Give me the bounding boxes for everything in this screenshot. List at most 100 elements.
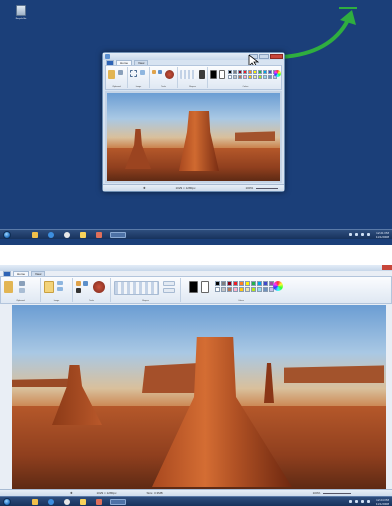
tray-icon[interactable] xyxy=(349,233,352,236)
tray-icon[interactable] xyxy=(367,233,370,236)
color-swatch[interactable] xyxy=(253,70,257,74)
color-swatch[interactable] xyxy=(263,75,267,79)
color-swatch[interactable] xyxy=(233,281,238,286)
maximize-button[interactable] xyxy=(259,54,269,59)
color-swatch[interactable] xyxy=(251,281,256,286)
taskbar-media-icon[interactable] xyxy=(64,499,70,505)
desert-photo[interactable] xyxy=(107,93,280,181)
color-swatch[interactable] xyxy=(251,287,256,292)
shapes-gallery-icon[interactable] xyxy=(114,281,159,295)
title-bar[interactable] xyxy=(0,265,392,271)
start-button[interactable] xyxy=(3,498,11,506)
shapes-gallery-icon[interactable] xyxy=(180,70,196,79)
resize-icon[interactable] xyxy=(57,287,63,291)
brushes-icon[interactable] xyxy=(165,70,174,79)
outline-icon[interactable] xyxy=(163,281,175,286)
color-swatch[interactable] xyxy=(238,70,242,74)
canvas-area[interactable] xyxy=(105,91,282,183)
quick-access-icon[interactable] xyxy=(105,54,110,59)
color-swatch[interactable] xyxy=(258,75,262,79)
pencil-icon[interactable] xyxy=(76,281,81,286)
color-swatch[interactable] xyxy=(233,75,237,79)
select-icon[interactable] xyxy=(130,70,137,77)
color-swatch[interactable] xyxy=(245,287,250,292)
color-swatch[interactable] xyxy=(215,287,220,292)
select-icon[interactable] xyxy=(44,281,54,293)
color-swatch[interactable] xyxy=(221,287,226,292)
text-icon[interactable] xyxy=(76,288,81,293)
color-swatch[interactable] xyxy=(243,75,247,79)
color-swatch[interactable] xyxy=(257,281,262,286)
color-swatch[interactable] xyxy=(233,287,238,292)
fill-style-icon[interactable] xyxy=(163,288,175,293)
paste-icon[interactable] xyxy=(4,281,13,293)
color-swatch[interactable] xyxy=(233,70,237,74)
color-swatch[interactable] xyxy=(227,287,232,292)
color-swatch[interactable] xyxy=(221,281,226,286)
close-button[interactable] xyxy=(270,54,283,59)
taskbar-ie-icon[interactable] xyxy=(48,499,54,505)
taskbar-paint-icon[interactable] xyxy=(96,499,102,505)
color-swatch[interactable] xyxy=(248,70,252,74)
color-swatch[interactable] xyxy=(248,75,252,79)
fill-icon[interactable] xyxy=(83,281,88,286)
color2-swatch[interactable] xyxy=(219,70,225,79)
outline-icon[interactable] xyxy=(199,70,205,79)
color-swatch[interactable] xyxy=(268,75,272,79)
taskbar-folder-icon[interactable] xyxy=(80,499,86,505)
color1-swatch[interactable] xyxy=(189,281,198,293)
desert-photo[interactable] xyxy=(12,305,386,489)
color-swatch[interactable] xyxy=(263,281,268,286)
taskbar-ie-icon[interactable] xyxy=(48,232,54,238)
tray-icon[interactable] xyxy=(355,500,358,503)
zoom-slider[interactable] xyxy=(323,492,352,494)
color-palette[interactable] xyxy=(228,70,277,79)
taskbar-explorer-icon[interactable] xyxy=(32,232,38,238)
color-swatch[interactable] xyxy=(239,287,244,292)
clock[interactable]: 12:24 PM 11/1/2008 xyxy=(376,498,389,506)
crop-icon[interactable] xyxy=(140,70,145,75)
tray-icon[interactable] xyxy=(349,500,352,503)
color2-swatch[interactable] xyxy=(201,281,209,293)
tray-icon[interactable] xyxy=(361,233,364,236)
edit-colors-icon[interactable] xyxy=(273,281,283,291)
color-swatch[interactable] xyxy=(258,70,262,74)
zoom-slider[interactable] xyxy=(256,187,279,189)
pencil-icon[interactable] xyxy=(152,70,156,74)
color-swatch[interactable] xyxy=(245,281,250,286)
cut-icon[interactable] xyxy=(19,281,25,286)
clock[interactable]: 12:21 PM 11/1/2008 xyxy=(376,231,389,239)
color-swatch[interactable] xyxy=(257,287,262,292)
color-swatch[interactable] xyxy=(243,70,247,74)
taskbar-paint-window-button[interactable] xyxy=(110,499,126,505)
taskbar-media-icon[interactable] xyxy=(64,232,70,238)
cut-icon[interactable] xyxy=(118,70,123,75)
taskbar-paint-icon[interactable] xyxy=(96,232,102,238)
paint-window[interactable]: Home View Clipboard Image Tools Shapes C… xyxy=(102,52,285,192)
tray-icon[interactable] xyxy=(355,233,358,236)
color-palette[interactable] xyxy=(215,281,274,292)
fill-icon[interactable] xyxy=(158,70,162,74)
color-swatch[interactable] xyxy=(268,70,272,74)
tray-icon[interactable] xyxy=(361,500,364,503)
taskbar-explorer-icon[interactable] xyxy=(32,499,38,505)
copy-icon[interactable] xyxy=(19,288,25,293)
color-swatch[interactable] xyxy=(228,75,232,79)
paste-icon[interactable] xyxy=(108,70,115,79)
color-swatch[interactable] xyxy=(263,287,268,292)
color1-swatch[interactable] xyxy=(210,70,217,79)
taskbar-paint-window-button[interactable] xyxy=(110,232,126,238)
tray-icon[interactable] xyxy=(367,500,370,503)
edit-colors-icon[interactable] xyxy=(274,70,281,77)
color-swatch[interactable] xyxy=(215,281,220,286)
color-swatch[interactable] xyxy=(263,70,267,74)
brushes-icon[interactable] xyxy=(93,281,105,293)
color-swatch[interactable] xyxy=(253,75,257,79)
start-button[interactable] xyxy=(3,231,11,239)
taskbar-folder-icon[interactable] xyxy=(80,232,86,238)
color-swatch[interactable] xyxy=(238,75,242,79)
crop-icon[interactable] xyxy=(57,281,63,285)
close-button[interactable] xyxy=(382,265,392,270)
color-swatch[interactable] xyxy=(227,281,232,286)
color-swatch[interactable] xyxy=(239,281,244,286)
